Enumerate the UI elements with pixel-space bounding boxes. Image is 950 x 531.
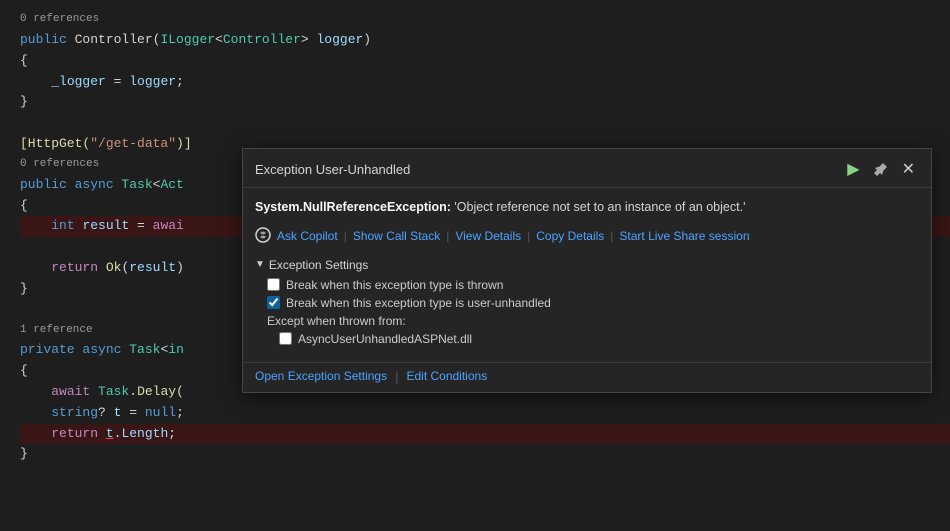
- unhandled-checkbox[interactable]: [267, 296, 280, 309]
- edit-conditions-link[interactable]: Edit Conditions: [406, 369, 487, 383]
- ref-text: 1 reference: [20, 322, 93, 340]
- checkbox-row-unhandled: Break when this exception type is user-u…: [267, 296, 919, 310]
- code-line: [20, 113, 950, 134]
- popup-body: System.NullReferenceException: 'Object r…: [243, 188, 931, 362]
- code-line: public Controller(ILogger<Controller> lo…: [20, 30, 950, 51]
- exception-popup: Exception User-Unhandled ▶ ✕ System.Null…: [242, 148, 932, 393]
- ask-copilot-link[interactable]: Ask Copilot: [277, 229, 338, 243]
- view-details-link[interactable]: View Details: [455, 229, 521, 243]
- dll-row: AsyncUserUnhandledASPNet.dll: [279, 332, 919, 346]
- code-line: 0 references: [20, 10, 950, 30]
- pin-button[interactable]: [870, 160, 892, 178]
- code-line: {: [20, 51, 950, 72]
- thrown-checkbox[interactable]: [267, 278, 280, 291]
- live-share-link[interactable]: Start Live Share session: [619, 229, 749, 243]
- popup-title: Exception User-Unhandled: [255, 162, 410, 177]
- checkbox-row-thrown: Break when this exception type is thrown: [267, 278, 919, 292]
- continue-button[interactable]: ▶: [843, 157, 863, 181]
- code-line: _logger = logger;: [20, 72, 950, 93]
- dll-label: AsyncUserUnhandledASPNet.dll: [298, 332, 472, 346]
- code-line: string? t = null;: [20, 403, 950, 424]
- ref-text: 0 references: [20, 156, 99, 174]
- copy-details-link[interactable]: Copy Details: [536, 229, 604, 243]
- triangle-icon: ▼: [255, 259, 265, 270]
- open-exception-settings-link[interactable]: Open Exception Settings: [255, 369, 387, 383]
- code-line: }: [20, 92, 950, 113]
- exception-settings: ▼ Exception Settings Break when this exc…: [255, 258, 919, 346]
- close-button[interactable]: ✕: [898, 157, 919, 181]
- popup-footer: Open Exception Settings | Edit Condition…: [243, 362, 931, 392]
- copilot-icon: [255, 227, 271, 246]
- popup-header: Exception User-Unhandled ▶ ✕: [243, 149, 931, 188]
- dll-checkbox[interactable]: [279, 332, 292, 345]
- exception-message: System.NullReferenceException: 'Object r…: [255, 198, 919, 217]
- unhandled-label: Break when this exception type is user-u…: [286, 296, 551, 310]
- settings-title: ▼ Exception Settings: [255, 258, 919, 272]
- thrown-label: Break when this exception type is thrown: [286, 278, 503, 292]
- code-line: }: [20, 444, 950, 465]
- exception-text: 'Object reference not set to an instance…: [454, 200, 745, 214]
- except-when-label: Except when thrown from:: [267, 314, 919, 328]
- code-line-error: return t.Length;: [20, 424, 950, 445]
- exception-type: System.NullReferenceException:: [255, 200, 451, 214]
- ref-text: 0 references: [20, 11, 99, 29]
- show-call-stack-link[interactable]: Show Call Stack: [353, 229, 440, 243]
- popup-action-buttons: ▶ ✕: [843, 157, 919, 181]
- exception-links: Ask Copilot | Show Call Stack | View Det…: [255, 227, 919, 246]
